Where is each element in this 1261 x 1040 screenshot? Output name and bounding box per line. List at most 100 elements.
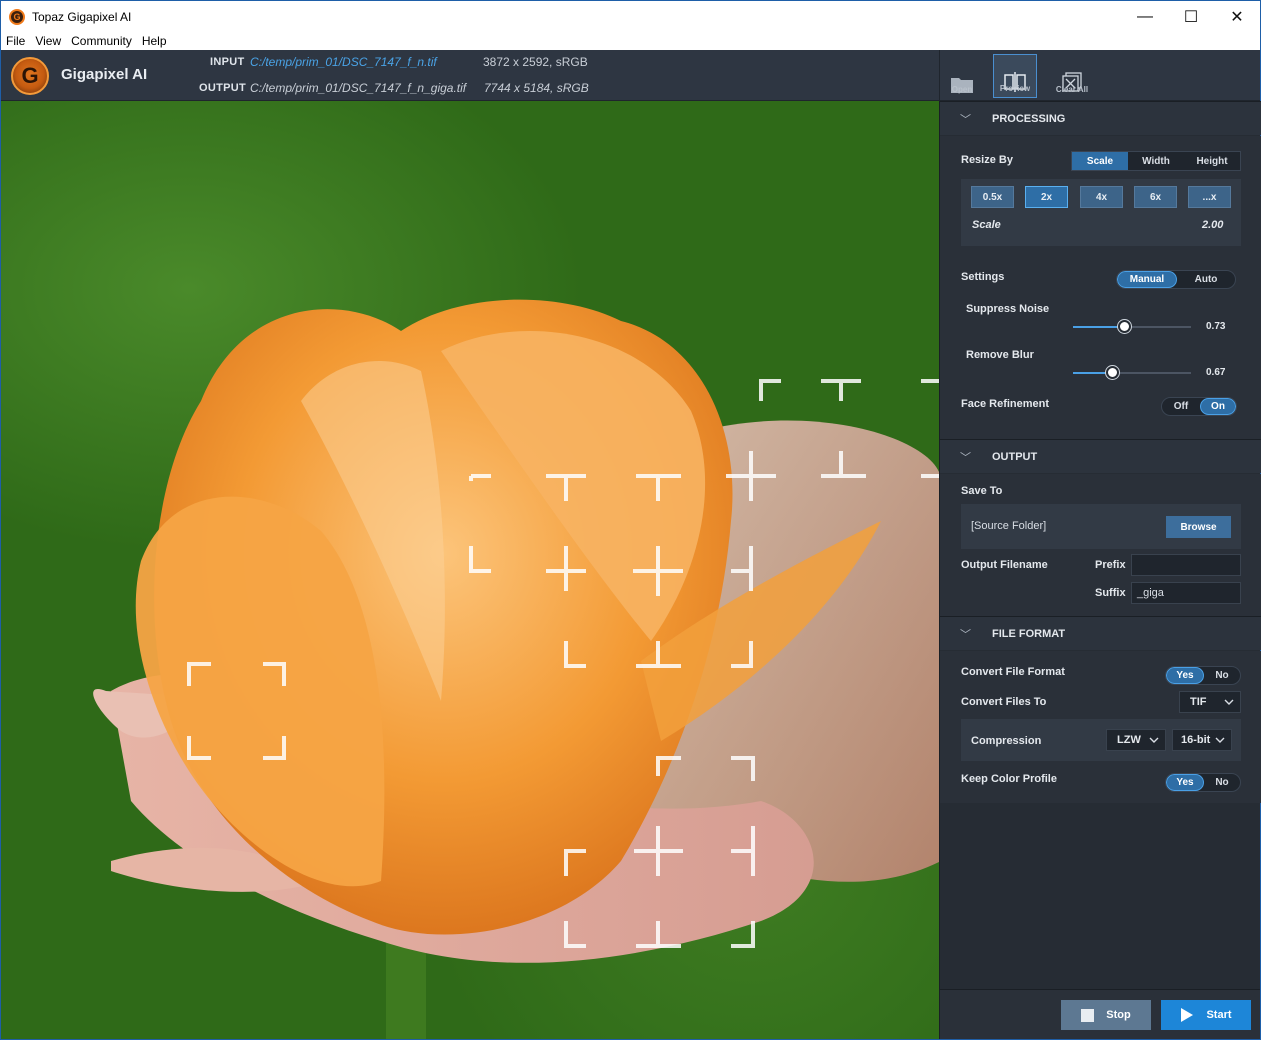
suffix-label: Suffix: [1095, 587, 1126, 599]
convert-format-label: Convert File Format: [961, 666, 1065, 678]
open-label: Open: [951, 85, 973, 94]
compression-label: Compression: [971, 735, 1042, 747]
menu-file[interactable]: File: [1, 34, 30, 48]
brand-name: Gigapixel AI: [61, 66, 148, 83]
keep-color-profile-toggle: Yes No: [1165, 773, 1241, 792]
stop-button[interactable]: Stop: [1061, 1000, 1151, 1030]
resize-by-tabs: Scale Width Height: [1071, 151, 1241, 171]
preview-button[interactable]: Preview: [993, 54, 1037, 98]
mode-manual[interactable]: Manual: [1117, 271, 1177, 288]
output-dimensions: 7744 x 5184, sRGB: [484, 81, 589, 95]
title-bar: G Topaz Gigapixel AI — ☐ ✕: [1, 1, 1260, 32]
output-title: OUTPUT: [992, 450, 1038, 463]
input-dimensions: 3872 x 2592, sRGB: [483, 55, 588, 69]
minimize-button[interactable]: —: [1122, 1, 1168, 32]
toolbar: Open Preview Clear All: [939, 50, 1260, 101]
chevron-down-icon: ﹀: [960, 113, 971, 126]
convert-to-label: Convert Files To: [961, 696, 1047, 708]
scale-value: 2.00: [1202, 219, 1224, 231]
scale-chip-4x[interactable]: 4x: [1080, 186, 1123, 208]
remove-blur-handle[interactable]: [1106, 366, 1119, 379]
tab-height[interactable]: Height: [1184, 152, 1240, 170]
face-refinement-toggle: Off On: [1161, 397, 1237, 416]
output-section-header[interactable]: ﹀ OUTPUT: [940, 439, 1261, 473]
convert-yes[interactable]: Yes: [1166, 667, 1204, 684]
output-path: C:/temp/prim_01/DSC_7147_f_n_giga.tif: [250, 81, 467, 95]
settings-label: Settings: [961, 271, 1005, 283]
prefix-input[interactable]: [1131, 554, 1241, 576]
file-format-section-header[interactable]: ﹀ FILE FORMAT: [940, 616, 1261, 650]
scale-chip-2x[interactable]: 2x: [1025, 186, 1068, 208]
suppress-noise-handle[interactable]: [1118, 320, 1131, 333]
chevron-down-icon: [1215, 737, 1225, 743]
app-window: G Topaz Gigapixel AI — ☐ ✕ File View Com…: [0, 0, 1261, 1040]
mode-auto[interactable]: Auto: [1177, 271, 1235, 288]
menu-help[interactable]: Help: [137, 34, 172, 48]
suppress-noise-label: Suppress Noise: [966, 303, 1050, 315]
convert-to-value: TIF: [1190, 696, 1207, 708]
scale-chip-0-5x[interactable]: 0.5x: [971, 186, 1014, 208]
scale-label: Scale: [972, 219, 1001, 231]
bit-depth-value: 16-bit: [1181, 734, 1211, 746]
keep-color-profile-label: Keep Color Profile: [961, 773, 1057, 785]
suppress-noise-value: 0.73: [1206, 321, 1226, 332]
image-preview[interactable]: [1, 101, 939, 1039]
tulip-photo: [93, 299, 939, 1039]
start-label: Start: [1206, 1009, 1232, 1021]
open-button[interactable]: Open: [940, 54, 984, 98]
window-title: Topaz Gigapixel AI: [32, 9, 132, 24]
processing-section: Resize By Scale Width Height 0.5x 2x 4x …: [940, 136, 1261, 439]
file-info-header: G Gigapixel AI INPUT C:/temp/prim_01/DSC…: [1, 50, 939, 101]
menu-view[interactable]: View: [30, 34, 66, 48]
scale-chip-6x[interactable]: 6x: [1134, 186, 1177, 208]
convert-format-toggle: Yes No: [1165, 666, 1241, 685]
clear-all-button[interactable]: Clear All: [1050, 54, 1094, 98]
compression-value: LZW: [1117, 734, 1141, 746]
chevron-down-icon: [1149, 737, 1159, 743]
play-icon: [1181, 1008, 1194, 1022]
menu-community[interactable]: Community: [66, 34, 137, 48]
stop-label: Stop: [1106, 1009, 1131, 1021]
bit-depth-dropdown[interactable]: 16-bit: [1172, 729, 1232, 751]
chevron-down-icon: ﹀: [960, 628, 971, 641]
remove-blur-label: Remove Blur: [966, 349, 1034, 361]
tab-width[interactable]: Width: [1128, 152, 1184, 170]
keep-profile-no[interactable]: No: [1204, 774, 1240, 791]
processing-title: PROCESSING: [992, 112, 1066, 125]
remove-blur-value: 0.67: [1206, 367, 1226, 378]
file-format-title: FILE FORMAT: [992, 627, 1066, 640]
app-logo-icon: G: [9, 8, 25, 25]
gigapixel-logo-icon: G: [11, 57, 49, 95]
settings-panel: ﹀ PROCESSING Resize By Scale Width Heigh…: [939, 101, 1261, 989]
stop-icon: [1081, 1008, 1095, 1022]
save-to-label: Save To: [961, 485, 1003, 497]
maximize-button[interactable]: ☐: [1168, 1, 1214, 32]
resize-by-label: Resize By: [961, 154, 1013, 166]
start-button[interactable]: Start: [1161, 1000, 1251, 1030]
convert-to-dropdown[interactable]: TIF: [1179, 691, 1241, 713]
face-refinement-label: Face Refinement: [961, 398, 1050, 410]
face-on[interactable]: On: [1200, 398, 1236, 415]
chevron-down-icon: [1224, 699, 1234, 705]
menu-bar: File View Community Help: [1, 32, 1260, 50]
input-label: INPUT: [210, 56, 245, 68]
close-button[interactable]: ✕: [1214, 1, 1260, 32]
processing-section-header[interactable]: ﹀ PROCESSING: [940, 101, 1261, 135]
convert-no[interactable]: No: [1204, 667, 1240, 684]
scale-chip-custom[interactable]: ...x: [1188, 186, 1231, 208]
save-folder: [Source Folder]: [971, 520, 1047, 532]
output-label: OUTPUT: [199, 82, 247, 94]
file-format-section: Convert File Format Yes No Convert Files…: [940, 651, 1261, 803]
face-off[interactable]: Off: [1162, 398, 1200, 415]
window-controls: — ☐ ✕: [1122, 1, 1260, 32]
suffix-input[interactable]: _giga: [1131, 582, 1241, 604]
compression-dropdown[interactable]: LZW: [1106, 729, 1166, 751]
tab-scale[interactable]: Scale: [1072, 152, 1128, 170]
keep-profile-yes[interactable]: Yes: [1166, 774, 1204, 791]
action-footer: Stop Start: [939, 989, 1260, 1039]
input-path[interactable]: C:/temp/prim_01/DSC_7147_f_n.tif: [250, 55, 437, 69]
settings-mode-toggle: Manual Auto: [1116, 270, 1236, 289]
preview-label: Preview: [999, 84, 1031, 93]
output-section: Save To [Source Folder] Browse Output Fi…: [940, 474, 1261, 616]
browse-button[interactable]: Browse: [1166, 516, 1231, 538]
